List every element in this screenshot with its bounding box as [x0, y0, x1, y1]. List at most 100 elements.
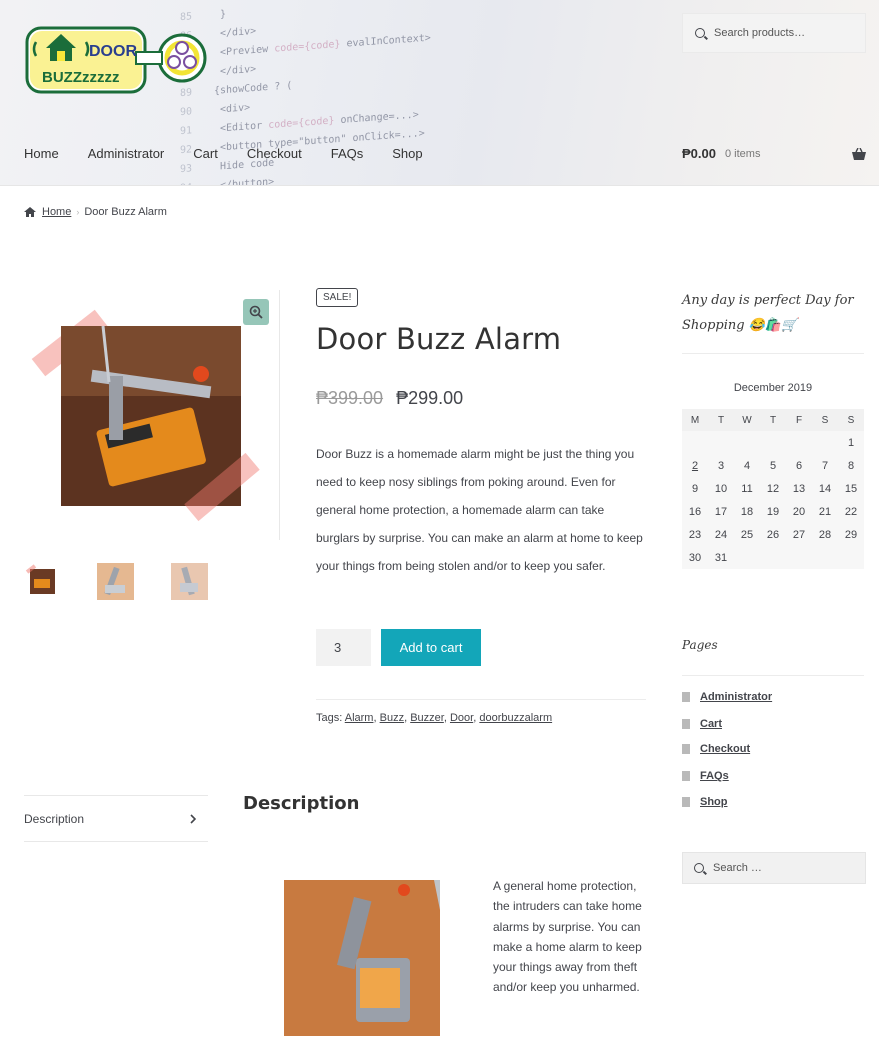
gallery-thumbnail-3[interactable]: [171, 563, 208, 600]
calendar-day: 23: [682, 523, 708, 546]
search-icon: [694, 863, 704, 873]
header-search-input[interactable]: Search products…: [682, 13, 866, 53]
gallery-thumbnail-1[interactable]: [24, 563, 61, 600]
calendar-week: 9 10 11 12 13 14 15: [682, 477, 864, 500]
sidebar-page-faqs[interactable]: FAQs: [682, 770, 729, 782]
nav-administrator[interactable]: Administrator: [88, 146, 165, 161]
tag-link[interactable]: doorbuzzalarm: [479, 712, 552, 724]
calendar-week: 16 17 18 19 20 21 22: [682, 500, 864, 523]
product-price: ₱399.00 ₱299.00: [316, 388, 463, 409]
header-cart-link[interactable]: ₱0.00 0 items: [682, 146, 866, 161]
calendar-day: 20: [786, 500, 812, 523]
calendar-day: 31: [708, 546, 734, 569]
nav-shop[interactable]: Shop: [392, 146, 422, 161]
calendar-week: 1: [682, 431, 864, 454]
calendar-day: 14: [812, 477, 838, 500]
calendar-day: [786, 431, 812, 454]
nav-faqs[interactable]: FAQs: [331, 146, 364, 161]
calendar-day: [786, 546, 812, 569]
calendar-day: [734, 431, 760, 454]
tab-description[interactable]: Description: [24, 795, 208, 842]
calendar-day: [682, 431, 708, 454]
sidebar-page-cart[interactable]: Cart: [682, 718, 722, 730]
tag-link[interactable]: Door: [450, 712, 473, 724]
original-price: ₱399.00: [316, 388, 384, 408]
calendar-day: 13: [786, 477, 812, 500]
tags-label: Tags:: [316, 712, 343, 724]
tag-link[interactable]: Buzz: [380, 712, 404, 724]
product-title: Door Buzz Alarm: [316, 322, 562, 356]
calendar-day: 10: [708, 477, 734, 500]
nav-cart[interactable]: Cart: [193, 146, 218, 161]
sidebar-page-administrator[interactable]: Administrator: [682, 691, 772, 703]
calendar-day: 22: [838, 500, 864, 523]
thumbnail-graphic: [97, 563, 134, 600]
description-heading: Description: [243, 793, 360, 814]
basket-icon: [852, 147, 866, 160]
calendar-day: 24: [708, 523, 734, 546]
zoom-button[interactable]: [243, 299, 269, 325]
tab-description-label: Description: [24, 811, 85, 826]
site-logo[interactable]: DOOR BUZZzzzzz: [24, 18, 209, 102]
calendar-week: 2 3 4 5 6 7 8: [682, 454, 864, 477]
weekday-header: W: [734, 409, 760, 431]
nav-checkout[interactable]: Checkout: [247, 146, 302, 161]
nav-home[interactable]: Home: [24, 146, 59, 161]
sidebar-page-link[interactable]: Administrator: [700, 691, 772, 703]
page-icon: [682, 744, 690, 754]
magnify-plus-icon: [249, 305, 263, 319]
product-gallery: [24, 290, 280, 540]
sidebar-page-checkout[interactable]: Checkout: [682, 743, 750, 755]
calendar-day: [760, 431, 786, 454]
description-body: A general home protection, the intruders…: [493, 879, 642, 995]
logo-word-door: DOOR: [89, 43, 137, 60]
chevron-right-icon: [190, 813, 196, 824]
sidebar-page-link[interactable]: FAQs: [700, 770, 729, 782]
calendar-day: 9: [682, 477, 708, 500]
tag-link[interactable]: Buzzer: [410, 712, 444, 724]
thumbnail-graphic: [24, 563, 61, 600]
tag-link[interactable]: Alarm: [345, 712, 374, 724]
page-icon: [682, 719, 690, 729]
sidebar-search-input[interactable]: Search …: [682, 852, 866, 884]
calendar-day-link-text[interactable]: 2: [692, 460, 698, 472]
weekday-header: T: [760, 409, 786, 431]
breadcrumb-current: Door Buzz Alarm: [84, 206, 167, 218]
sidebar-tagline: Any day is perfect Day for Shopping 😂🛍️🛒: [682, 293, 854, 333]
gallery-thumbnail-2[interactable]: [97, 563, 134, 600]
product-tags: Tags: Alarm, Buzz, Buzzer, Door, doorbuz…: [316, 712, 553, 724]
cart-amount: ₱0.00: [682, 146, 716, 161]
calendar-day: 16: [682, 500, 708, 523]
sidebar-page-link[interactable]: Shop: [700, 796, 728, 808]
pages-widget-title: Pages: [682, 638, 718, 652]
sidebar-page-link[interactable]: Checkout: [700, 743, 750, 755]
calendar-day: 27: [786, 523, 812, 546]
logo-word-buzz: BUZZzzzzz: [42, 69, 120, 86]
calendar-day: 29: [838, 523, 864, 546]
calendar-day: [734, 546, 760, 569]
sidebar-page-link[interactable]: Cart: [700, 718, 722, 730]
calendar-day: 7: [812, 454, 838, 477]
product-short-description: Door Buzz is a homemade alarm might be j…: [316, 447, 643, 573]
calendar-day-link[interactable]: 2: [682, 454, 708, 477]
calendar-day: 12: [760, 477, 786, 500]
weekday-header: S: [812, 409, 838, 431]
site-header: 85 } 86 </div> 87 <Preview code={code} e…: [0, 0, 879, 186]
calendar-day: [812, 431, 838, 454]
thumbnail-graphic: [171, 563, 208, 600]
add-to-cart-button[interactable]: Add to cart: [381, 629, 481, 666]
calendar-day: 30: [682, 546, 708, 569]
calendar-widget: M T W T F S S 1 2 3 4 5 6 7 8 9 10 11 12…: [682, 409, 864, 569]
calendar-day: 21: [812, 500, 838, 523]
calendar-day: 8: [838, 454, 864, 477]
breadcrumb-home-link[interactable]: Home: [42, 206, 71, 218]
divider: [682, 353, 864, 354]
quantity-input[interactable]: 3: [316, 629, 371, 666]
sidebar-search-placeholder: Search …: [713, 862, 762, 874]
calendar-week: 30 31: [682, 546, 864, 569]
sidebar-page-shop[interactable]: Shop: [682, 796, 728, 808]
calendar-day: 3: [708, 454, 734, 477]
description-image: [284, 880, 440, 1036]
divider: [316, 699, 646, 700]
sale-badge: SALE!: [316, 288, 359, 307]
